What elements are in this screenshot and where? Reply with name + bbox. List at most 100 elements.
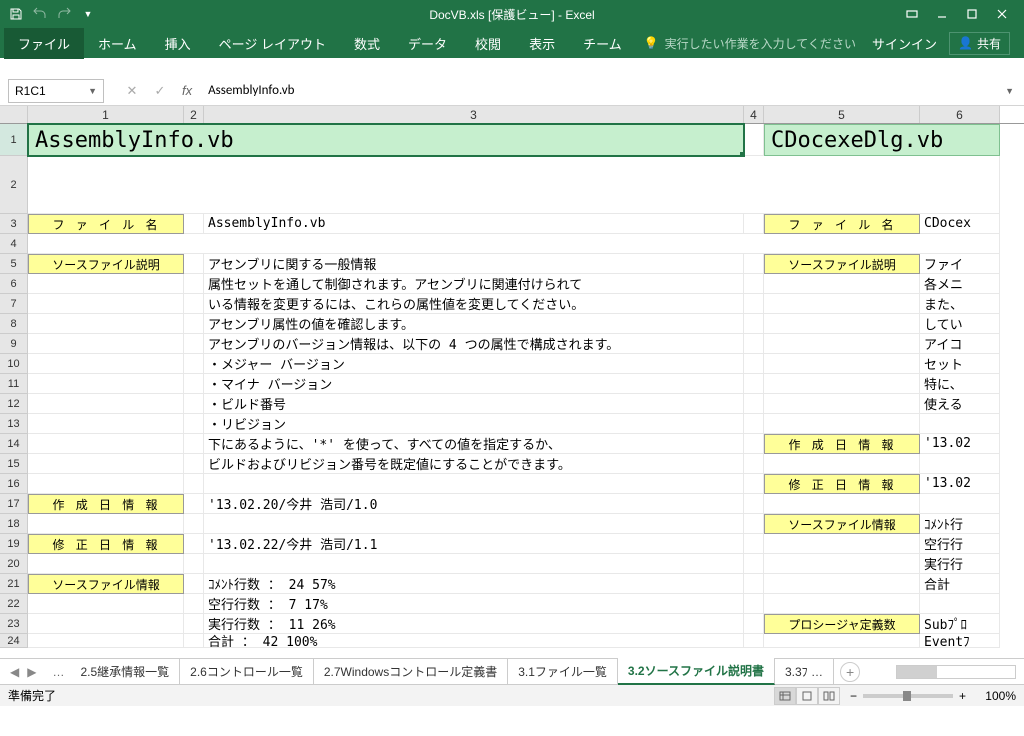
cell[interactable]: 空行行数 ： 7 17% (204, 594, 744, 614)
cell[interactable] (744, 474, 764, 494)
row-header[interactable]: 5 (0, 254, 28, 274)
row-header[interactable]: 23 (0, 614, 28, 634)
tab-data[interactable]: データ (394, 28, 461, 59)
cell[interactable] (28, 434, 184, 454)
col-header[interactable]: 3 (204, 106, 744, 123)
cell[interactable] (744, 374, 764, 394)
label-filename[interactable]: フ ァ イ ル 名 (764, 214, 920, 234)
cell[interactable]: 空行行 (920, 534, 1000, 554)
cell[interactable]: アセンブリに関する一般情報 (204, 254, 744, 274)
tab-formulas[interactable]: 数式 (340, 28, 394, 59)
cell[interactable] (184, 434, 204, 454)
row-header[interactable]: 1 (0, 124, 28, 156)
row-header[interactable]: 12 (0, 394, 28, 414)
maximize-icon[interactable] (958, 4, 986, 24)
cell[interactable]: ビルドおよびリビジョン番号を既定値にすることができます。 (204, 454, 744, 474)
cell[interactable]: 属性セットを通して制御されます。アセンブリに関連付けられて (204, 274, 744, 294)
cell[interactable] (184, 354, 204, 374)
cell[interactable]: Eventﾌ (920, 634, 1000, 648)
cell[interactable]: 下にあるように、'*' を使って、すべての値を指定するか、 (204, 434, 744, 454)
label-srcdesc[interactable]: ソースファイル説明 (764, 254, 920, 274)
cell[interactable] (744, 274, 764, 294)
cell[interactable] (744, 574, 764, 594)
minimize-icon[interactable] (928, 4, 956, 24)
cell[interactable] (28, 474, 184, 494)
cell[interactable]: '13.02.22/今井 浩司/1.1 (204, 534, 744, 554)
row-header[interactable]: 22 (0, 594, 28, 614)
tab-review[interactable]: 校閲 (461, 28, 515, 59)
view-normal-icon[interactable] (774, 687, 796, 705)
row-header[interactable]: 16 (0, 474, 28, 494)
cell[interactable]: ｺﾒﾝﾄ行数 ： 24 57% (204, 574, 744, 594)
label-modified[interactable]: 修 正 日 情 報 (764, 474, 920, 494)
cell[interactable] (204, 554, 744, 574)
ribbon-options-icon[interactable] (898, 4, 926, 24)
formula-expand-icon[interactable]: ▼ (1005, 86, 1014, 96)
label-modified[interactable]: 修 正 日 情 報 (28, 534, 184, 554)
fill-handle[interactable] (740, 152, 744, 156)
cell[interactable] (744, 354, 764, 374)
share-button[interactable]: 👤 共有 (949, 32, 1010, 55)
col-header[interactable]: 2 (184, 106, 204, 123)
cell[interactable]: ｺﾒﾝﾄ行 (920, 514, 1000, 534)
row-header[interactable]: 9 (0, 334, 28, 354)
redo-icon[interactable] (54, 4, 74, 24)
tab-nav-prev-icon[interactable]: ◀ (10, 665, 19, 679)
label-srcinfo[interactable]: ソースファイル情報 (764, 514, 920, 534)
sheet-tab[interactable]: 3.3ﾌ … (775, 659, 834, 684)
fx-icon[interactable]: fx (182, 83, 192, 98)
cell[interactable] (764, 414, 920, 434)
cell[interactable] (764, 274, 920, 294)
row-header[interactable]: 14 (0, 434, 28, 454)
cell[interactable]: 実行行 (920, 554, 1000, 574)
cell[interactable] (28, 554, 184, 574)
cell[interactable] (28, 594, 184, 614)
cell[interactable] (28, 294, 184, 314)
zoom-out-button[interactable]: − (850, 689, 857, 703)
cell[interactable] (184, 494, 204, 514)
cell[interactable] (744, 454, 764, 474)
sheet-tab[interactable]: 2.7Windowsコントロール定義書 (314, 659, 508, 684)
cell[interactable] (764, 454, 920, 474)
formula-input[interactable]: AssemblyInfo.vb (208, 83, 294, 98)
cell[interactable] (744, 314, 764, 334)
cell[interactable] (744, 554, 764, 574)
cell[interactable] (28, 394, 184, 414)
qat-dropdown-icon[interactable]: ▼ (78, 4, 98, 24)
tab-insert[interactable]: 挿入 (151, 28, 205, 59)
cell[interactable] (744, 414, 764, 434)
cell[interactable]: Subﾌﾟﾛ (920, 614, 1000, 634)
cell[interactable] (764, 374, 920, 394)
cell[interactable] (184, 574, 204, 594)
cell[interactable] (920, 454, 1000, 474)
cell[interactable]: ・リビジョン (204, 414, 744, 434)
zoom-percent[interactable]: 100% (976, 689, 1016, 703)
cell[interactable] (184, 454, 204, 474)
cell[interactable] (204, 474, 744, 494)
tab-home[interactable]: ホーム (84, 28, 151, 59)
cell[interactable]: アセンブリのバージョン情報は、以下の 4 つの属性で構成されます。 (204, 334, 744, 354)
cell[interactable] (184, 594, 204, 614)
cell[interactable] (184, 394, 204, 414)
row-header[interactable]: 13 (0, 414, 28, 434)
cell[interactable] (764, 314, 920, 334)
cell[interactable] (744, 434, 764, 454)
cell[interactable] (744, 494, 764, 514)
cell[interactable] (744, 394, 764, 414)
cell[interactable] (28, 156, 1000, 214)
label-created[interactable]: 作 成 日 情 報 (764, 434, 920, 454)
row-header[interactable]: 2 (0, 156, 28, 214)
cell[interactable] (204, 514, 744, 534)
tab-pagelayout[interactable]: ページ レイアウト (205, 28, 340, 59)
title-cell[interactable]: AssemblyInfo.vb (28, 124, 744, 156)
cell[interactable] (28, 514, 184, 534)
row-header[interactable]: 4 (0, 234, 28, 254)
cell[interactable] (184, 314, 204, 334)
cell[interactable] (28, 634, 184, 648)
cell[interactable] (764, 354, 920, 374)
sheet-tab[interactable]: 3.1ファイル一覧 (508, 659, 618, 684)
row-header[interactable]: 10 (0, 354, 28, 374)
name-box[interactable]: R1C1 ▼ (8, 79, 104, 103)
tell-me-search[interactable]: 💡 実行したい作業を入力してください (644, 35, 856, 52)
row-header[interactable]: 11 (0, 374, 28, 394)
